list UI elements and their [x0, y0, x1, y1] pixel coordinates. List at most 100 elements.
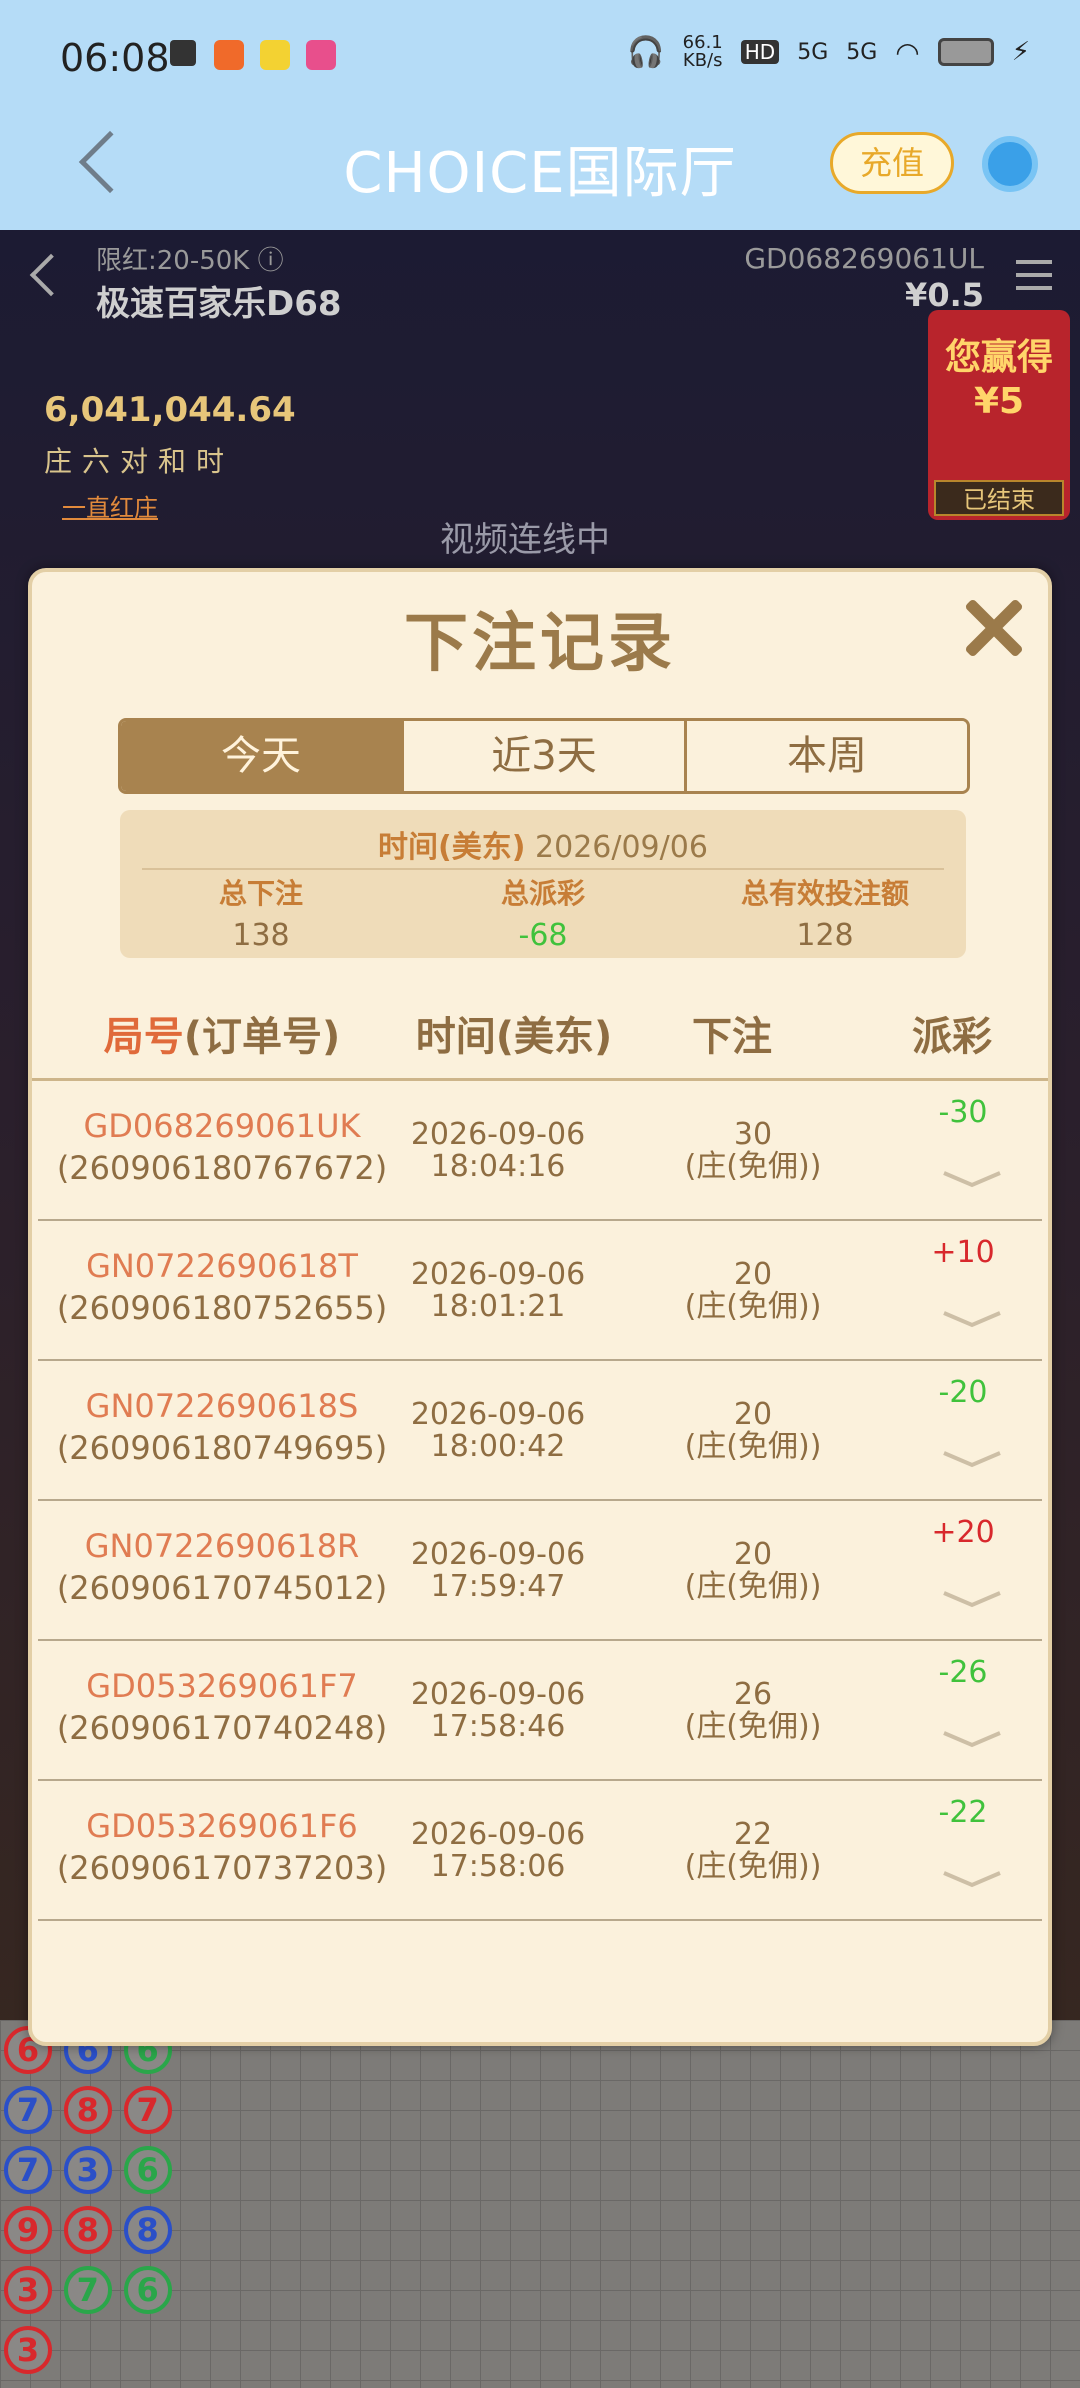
table-row[interactable]: GD053269061F7 (260906170740248) 2026-09-06…	[38, 1641, 1042, 1781]
bet-cell: 26 (庄(免佣))	[628, 1679, 878, 1743]
red-banker-link[interactable]: 一直红庄	[62, 488, 158, 523]
battery-icon	[937, 38, 994, 66]
bet-date: 2026-09-06	[410, 1537, 586, 1572]
total-bet-value: 138	[232, 918, 290, 953]
round-id: GN0722690618R	[84, 1527, 360, 1565]
bet-date: 2026-09-06	[410, 1397, 586, 1432]
chevron-down-icon[interactable]	[942, 1589, 1002, 1609]
bet-time: 18:00:42	[430, 1429, 566, 1464]
round-id: GN0722690618T	[86, 1247, 358, 1285]
bead: 3	[4, 2266, 52, 2314]
round-cell: GN0722690618R (260906170745012)	[52, 1527, 392, 1607]
round-id: GD068269061UK	[83, 1107, 361, 1145]
round-cell: GD053269061F7 (260906170740248)	[52, 1667, 392, 1747]
bead: 7	[4, 2086, 52, 2134]
win-amount: ¥5	[973, 381, 1025, 422]
total-payout-label: 总派彩	[500, 877, 585, 910]
summary-panel: 时间(美东) 2026/09/06 总下注 138 总派彩 -68 总有效投注额…	[120, 810, 966, 958]
table-row[interactable]: GD053269061F6 (260906170737203) 2026-09-06…	[38, 1781, 1042, 1921]
bead: 6	[123, 2266, 172, 2314]
bet-cell: 20 (庄(免佣))	[628, 1259, 878, 1323]
table-row[interactable]: GN0722690618R (260906170745012) 2026-09-06…	[38, 1501, 1042, 1641]
bet-type: (庄(免佣))	[684, 1149, 822, 1184]
period-tabs: 今天 近3天 本周	[118, 718, 970, 794]
round-ended-label: 已结束	[934, 480, 1064, 516]
round-id: GN0722690618S	[85, 1387, 359, 1425]
bead: 8	[123, 2206, 172, 2254]
table-row[interactable]: GN0722690618S (260906180749695) 2026-09-06…	[38, 1361, 1042, 1501]
table-name: 极速百家乐D68	[96, 284, 342, 324]
order-number: (260906170740248)	[56, 1709, 388, 1747]
net-speed-unit: KB/s	[682, 50, 723, 71]
col-bet: 下注	[692, 1014, 772, 1060]
tab-week[interactable]: 本周	[687, 721, 967, 791]
payout-value: -22	[938, 1795, 988, 1830]
bet-cell: 20 (庄(免佣))	[628, 1539, 878, 1603]
tab-today[interactable]: 今天	[121, 721, 404, 791]
game-back-button[interactable]	[29, 253, 73, 297]
bead: 3	[4, 2326, 52, 2374]
total-payout-value: -68	[518, 918, 568, 953]
time-cell: 2026-09-06 18:04:16	[388, 1119, 608, 1183]
time-cell: 2026-09-06 18:01:21	[388, 1259, 608, 1323]
bet-cell: 20 (庄(免佣))	[628, 1399, 878, 1463]
chevron-down-icon[interactable]	[942, 1309, 1002, 1329]
payout-value: -30	[938, 1095, 988, 1130]
table-row[interactable]: GN0722690618T (260906180752655) 2026-09-06…	[38, 1221, 1042, 1361]
tab-3days[interactable]: 近3天	[404, 721, 687, 791]
chevron-down-icon[interactable]	[942, 1869, 1002, 1889]
payout-value: +20	[931, 1515, 995, 1550]
payout-value: +10	[931, 1235, 995, 1270]
charging-icon: ⚡	[1011, 37, 1030, 67]
order-number: (260906180752655)	[56, 1289, 388, 1327]
time-cell: 2026-09-06 17:58:06	[388, 1819, 608, 1883]
bead: 6	[123, 2146, 172, 2194]
summary-total-valid: 总有效投注额 128	[684, 872, 966, 953]
order-number: (260906180767672)	[56, 1149, 388, 1187]
bead: 7	[123, 2086, 172, 2134]
round-cell: GD068269061UK (260906180767672)	[52, 1107, 392, 1187]
video-status: 视频连线中	[440, 520, 610, 560]
signal-icon: 5G	[797, 39, 829, 65]
table-header: 局号(订单号) 时间(美东) 下注 派彩	[32, 1004, 1048, 1064]
col-round-id: 局号(订单号)	[72, 1004, 372, 1062]
recharge-button[interactable]: 充值	[830, 132, 954, 194]
chevron-down-icon[interactable]	[942, 1729, 1002, 1749]
modal-title: 下注记录	[404, 607, 676, 681]
menu-icon[interactable]	[1016, 260, 1052, 290]
summary-total-bet: 总下注 138	[120, 872, 402, 953]
bead: 9	[4, 2206, 52, 2254]
summary-divider	[142, 868, 944, 870]
total-valid-value: 128	[796, 918, 854, 953]
customer-service-icon[interactable]	[982, 136, 1038, 192]
bead: 8	[63, 2086, 112, 2134]
order-number: (260906170745012)	[56, 1569, 388, 1607]
time-cell: 2026-09-06 17:58:46	[388, 1679, 608, 1743]
bet-record-modal: 下注记录 今天 近3天 本周 时间(美东) 2026/09/06 总下注 138…	[28, 568, 1052, 2046]
close-icon[interactable]	[954, 588, 1034, 668]
col-payout: 派彩	[912, 1014, 992, 1060]
alipay-icon	[170, 40, 196, 66]
net-speed: 66.1 KB/s	[683, 34, 723, 70]
order-number: (260906180749695)	[56, 1429, 388, 1467]
bet-time: 17:58:46	[430, 1709, 566, 1744]
app-notification-icon	[260, 40, 290, 70]
bet-amount: 26	[733, 1677, 773, 1712]
bet-type: (庄(免佣))	[684, 1709, 822, 1744]
road-map-grid	[0, 2020, 1080, 2388]
jackpot-amount: 6,041,044.64	[44, 390, 296, 430]
bet-date: 2026-09-06	[410, 1117, 586, 1152]
chevron-down-icon[interactable]	[942, 1449, 1002, 1469]
col-time: 时间(美东)	[415, 1014, 613, 1060]
app-notification-icon	[306, 40, 336, 70]
bet-time: 18:01:21	[430, 1289, 566, 1324]
status-bar: 06:08 🎧 66.1 KB/s HD 5G 5G ◠ ⚡	[0, 0, 1080, 118]
headphones-icon: 🎧	[627, 34, 665, 70]
col-round-id-highlight: 局号	[103, 1014, 184, 1060]
chevron-down-icon[interactable]	[942, 1169, 1002, 1189]
total-valid-label: 总有效投注额	[740, 877, 909, 910]
bet-type: (庄(免佣))	[684, 1849, 822, 1884]
table-row[interactable]: GD068269061UK (260906180767672) 2026-09-06…	[38, 1081, 1042, 1221]
bet-time: 17:59:47	[430, 1569, 566, 1604]
bet-amount: 20	[733, 1397, 773, 1432]
